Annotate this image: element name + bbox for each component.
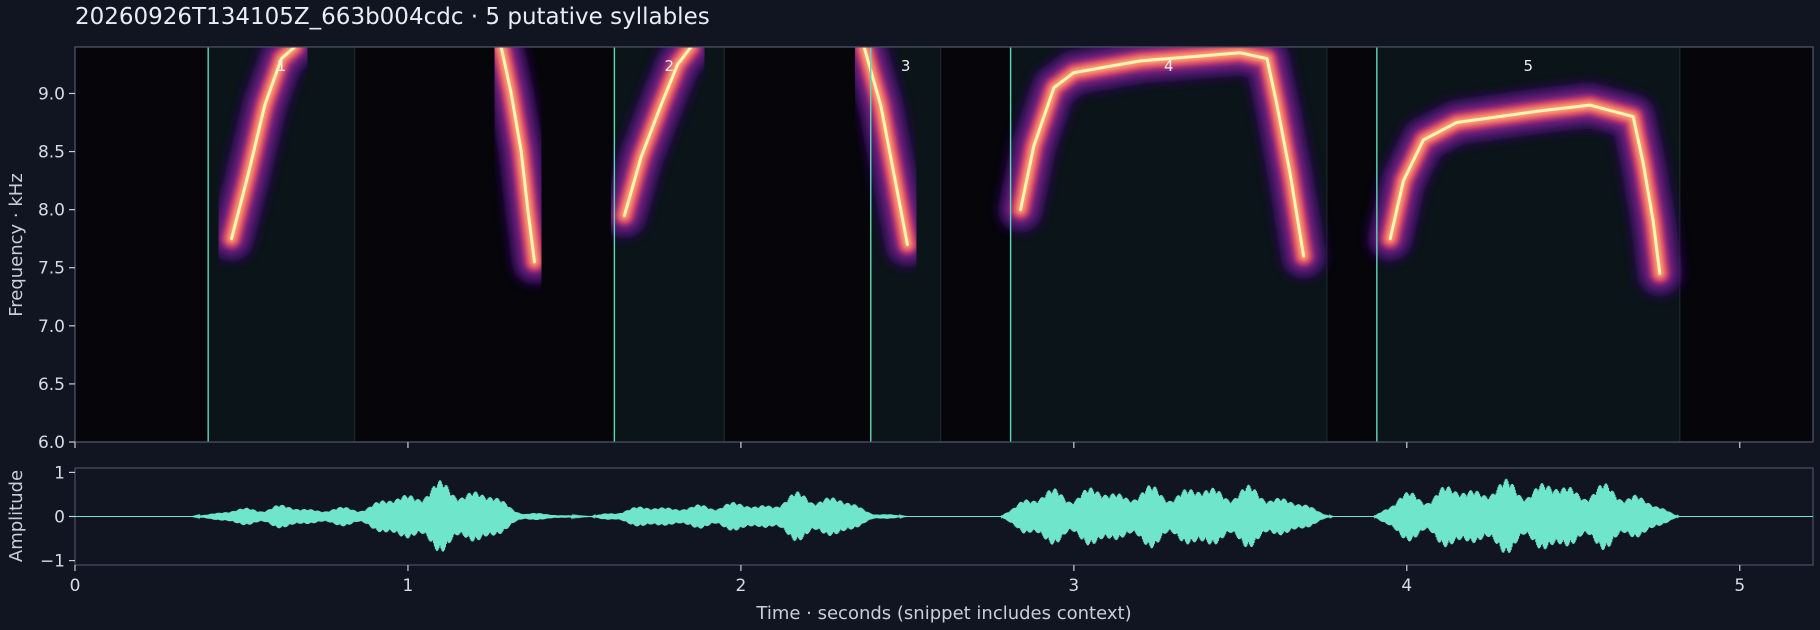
x-axis-label: Time · seconds (snippet includes context… — [755, 603, 1131, 624]
waveform-y-tick-label: 0 — [54, 508, 65, 528]
syllable-figure: 20260926T134105Z_663b004cdc · 5 putative… — [6, 4, 1814, 624]
x-tick-label: 3 — [1068, 576, 1079, 596]
x-tick-label: 1 — [403, 576, 414, 596]
spectrogram-y-tick-label: 7.5 — [38, 259, 65, 279]
waveform-y-axis-label: Amplitude — [6, 470, 27, 562]
waveform-y-tick-label: −1 — [40, 552, 65, 572]
figure-title: 20260926T134105Z_663b004cdc · 5 putative… — [75, 4, 710, 30]
spectrogram-y-tick-label: 6.5 — [38, 375, 65, 395]
spectrogram-y-tick-label: 9.0 — [38, 84, 65, 104]
spectrogram-y-tick-label: 8.5 — [38, 143, 65, 163]
spectrogram-y-tick-label: 8.0 — [38, 201, 65, 221]
spectrogram-y-axis-label: Frequency · kHz — [6, 173, 27, 317]
waveform-panel: 10−1 012345 Amplitude Time · seconds (sn… — [6, 463, 1814, 624]
syllable-label: 2 — [665, 57, 675, 75]
x-tick-label: 2 — [735, 576, 746, 596]
x-tick-label: 4 — [1401, 576, 1412, 596]
waveform-y-tick-label: 1 — [54, 463, 65, 483]
x-tick-label: 5 — [1734, 576, 1745, 596]
syllable-label: 1 — [277, 57, 287, 75]
syllable-label: 4 — [1164, 57, 1174, 75]
spectrogram-panel: 1 2 3 4 5 6.0 6.5 7.0 7.5 8.0 8.5 9.0 Frequency · … — [6, 46, 1814, 453]
syllable-label: 3 — [901, 57, 911, 75]
spectrogram-y-tick-label: 6.0 — [38, 433, 65, 453]
spectrogram-y-tick-label: 7.0 — [38, 317, 65, 337]
x-tick-label: 0 — [70, 576, 81, 596]
syllable-label: 5 — [1524, 57, 1534, 75]
